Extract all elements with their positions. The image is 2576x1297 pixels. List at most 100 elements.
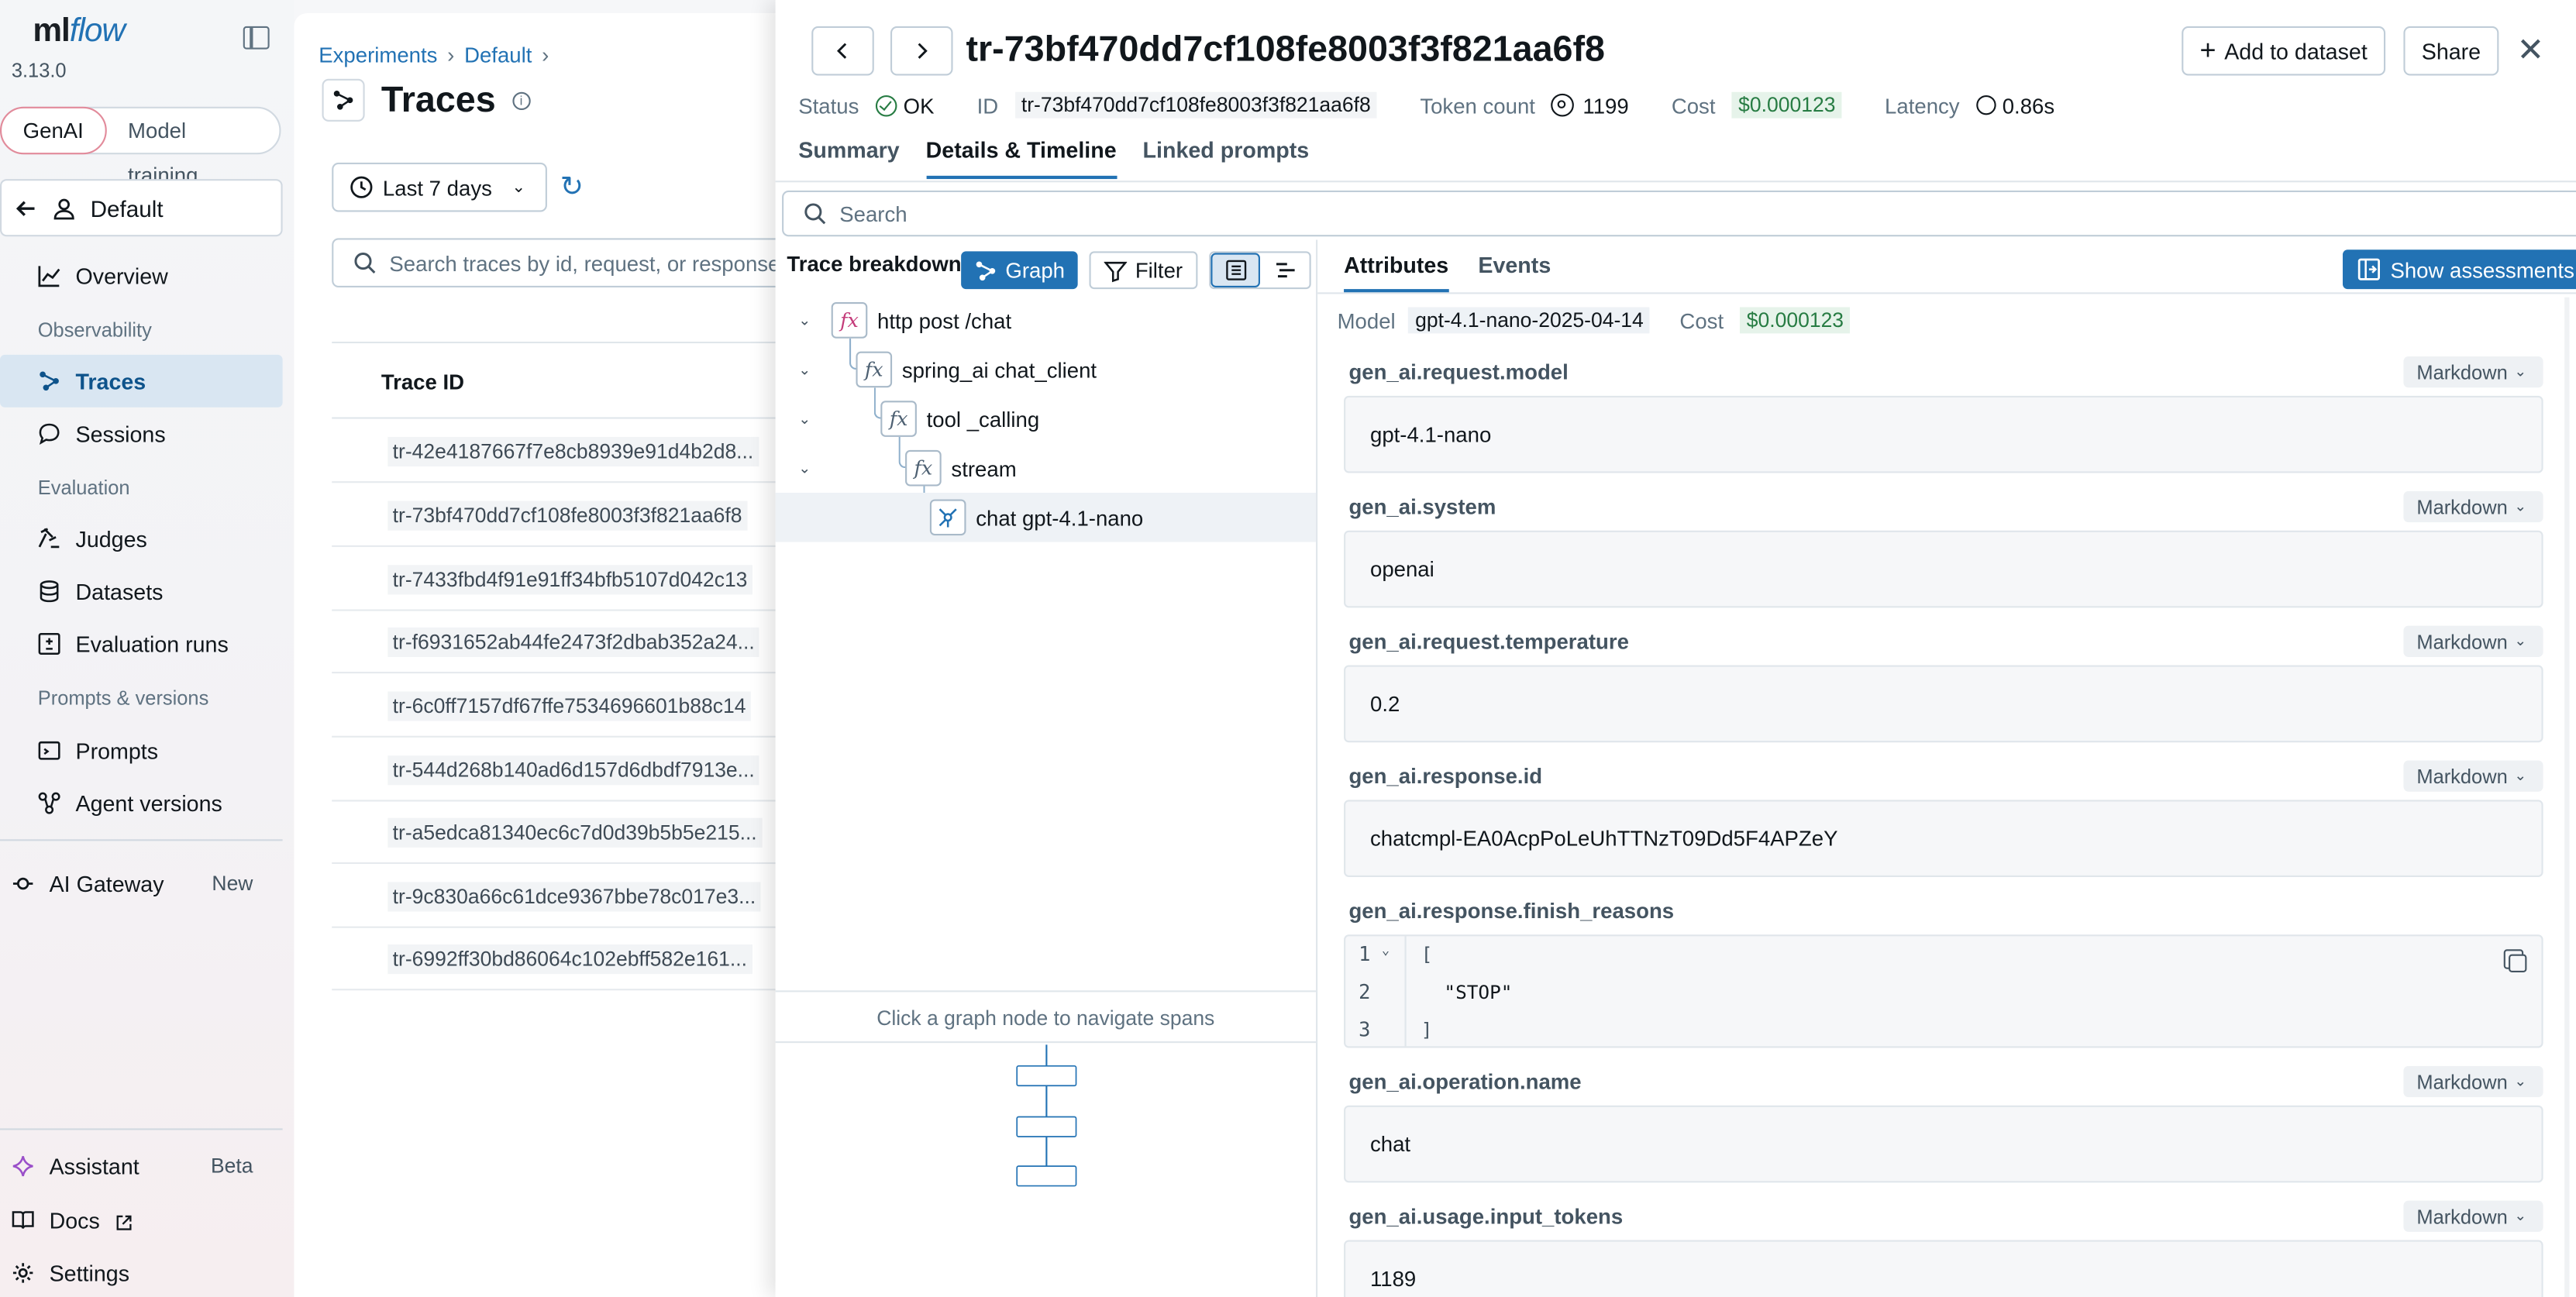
sidebar-item-settings[interactable]: Settings — [0, 1247, 283, 1297]
chevron-down-icon: ⌄ — [2514, 1072, 2527, 1089]
cost-value: $0.000123 — [1731, 91, 1842, 119]
format-select[interactable]: Markdown ⌄ — [2403, 1065, 2543, 1098]
token-icon — [1551, 93, 1575, 117]
attribute-key: gen_ai.system — [1348, 494, 1496, 519]
span-search-input[interactable]: Search — [782, 190, 2576, 237]
sidebar-item-agent-versions[interactable]: Agent versions — [0, 777, 283, 830]
list-view-icon[interactable] — [1211, 253, 1261, 287]
chevron-down-icon[interactable]: ⌄ — [798, 360, 811, 378]
copy-icon[interactable] — [2503, 949, 2527, 972]
sidebar-item-overview[interactable]: Overview — [0, 249, 283, 302]
latency-value: 0.86s — [2002, 92, 2055, 118]
scrollbar[interactable] — [2564, 297, 2570, 1297]
share-button[interactable]: Share — [2403, 26, 2499, 76]
trace-id-value[interactable]: tr-73bf470dd7cf108fe8003f3f821aa6f8 — [1014, 91, 1378, 119]
token-count-value: 1199 — [1582, 92, 1629, 118]
workspace-button[interactable]: Default — [0, 179, 283, 237]
column-trace-id[interactable]: Trace ID — [332, 341, 825, 419]
format-select[interactable]: Markdown ⌄ — [2403, 760, 2543, 792]
trace-search-input[interactable]: Search traces by id, request, or respons… — [332, 238, 825, 287]
arrow-left-icon — [15, 196, 38, 219]
mlflow-logo[interactable]: mlflow — [33, 13, 126, 51]
date-range-select[interactable]: Last 7 days ⌄ — [332, 162, 547, 212]
filter-button[interactable]: Filter — [1089, 251, 1198, 290]
table-row[interactable]: tr-544d268b140ad6d157d6dbdf7913e... — [332, 739, 825, 802]
trace-metadata: Status OK ID tr-73bf470dd7cf108fe8003f3f… — [798, 91, 2055, 119]
page-title: Traces i — [322, 78, 531, 122]
sidebar-item-datasets[interactable]: Datasets — [0, 565, 283, 618]
user-icon — [53, 196, 76, 219]
chevron-down-icon: ⌄ — [2514, 497, 2527, 514]
chat-bubble-icon — [38, 422, 61, 446]
sidebar-item-assistant[interactable]: Assistant Beta — [0, 1140, 283, 1192]
sidebar-item-docs[interactable]: Docs — [0, 1194, 283, 1247]
mode-model-training[interactable]: Model training — [106, 108, 279, 187]
drawer-tabs: Summary Details & Timeline Linked prompt… — [798, 138, 1310, 180]
format-select[interactable]: Markdown ⌄ — [2403, 1200, 2543, 1232]
attribute-value: 0.2 — [1344, 665, 2543, 743]
format-select[interactable]: Markdown ⌄ — [2403, 490, 2543, 523]
sidebar-item-ai-gateway[interactable]: AI Gateway New — [0, 858, 283, 910]
new-badge: New — [212, 872, 253, 896]
span-row[interactable]: ⌄ fx spring_ai chat_client — [776, 345, 1316, 394]
refresh-icon[interactable]: ↻ — [560, 173, 584, 201]
tab-linked-prompts[interactable]: Linked prompts — [1143, 138, 1310, 179]
breadcrumb-experiments[interactable]: Experiments — [319, 43, 437, 67]
attribute-key: gen_ai.request.temperature — [1348, 628, 1629, 654]
latency-icon — [1975, 95, 1996, 115]
close-icon[interactable]: ✕ — [2517, 29, 2545, 71]
tab-summary[interactable]: Summary — [798, 138, 899, 179]
timeline-view-icon[interactable] — [1260, 253, 1310, 287]
fold-icon[interactable]: ⌄ — [1382, 943, 1390, 958]
page-title-text: Traces — [381, 78, 496, 120]
tab-events[interactable]: Events — [1478, 253, 1551, 292]
breadcrumb-default[interactable]: Default — [464, 43, 532, 67]
model-cost-value: $0.000123 — [1740, 307, 1851, 334]
version-label: 3.13.0 — [11, 59, 67, 82]
mini-span-graph[interactable] — [1015, 1044, 1081, 1196]
collapse-sidebar-icon[interactable] — [243, 26, 270, 50]
sidebar-item-prompts[interactable]: Prompts — [0, 724, 283, 777]
chevron-down-icon[interactable]: ⌄ — [798, 410, 811, 428]
section-prompts-versions: Prompts & versions — [37, 686, 209, 710]
mode-genai[interactable]: GenAI — [0, 106, 107, 155]
table-row[interactable]: tr-a5edca81340ec6c7d0d39b5b5e215... — [332, 802, 825, 865]
sidebar-item-evaluation-runs[interactable]: Evaluation runs — [0, 618, 283, 670]
mode-switch: GenAI Model training — [0, 106, 281, 187]
divider — [1316, 239, 1318, 1297]
add-to-dataset-button[interactable]: + Add to dataset — [2182, 26, 2386, 76]
trace-title: tr-73bf470dd7cf108fe8003f3f821aa6f8 — [966, 28, 1605, 70]
attribute-key: gen_ai.response.finish_reasons — [1348, 898, 1675, 924]
show-assessments-button[interactable]: Show assessments — [2342, 249, 2576, 290]
format-select[interactable]: Markdown ⌄ — [2403, 625, 2543, 657]
previous-trace-button[interactable] — [811, 26, 874, 76]
divider — [0, 839, 283, 841]
chevron-down-icon[interactable]: ⌄ — [798, 459, 811, 477]
attribute-value: chatcmpl-EA0AcpPoLeUhTTNzT09Dd5F4APZeY — [1344, 800, 2543, 878]
table-row[interactable]: tr-6992ff30bd86064c102ebff582e161... — [332, 928, 825, 991]
chevron-down-icon[interactable]: ⌄ — [798, 311, 811, 329]
info-icon[interactable]: i — [511, 91, 531, 109]
table-row[interactable]: tr-7433fbd4f91e91ff34bfb5107d042c13 — [332, 549, 825, 611]
format-select[interactable]: Markdown ⌄ — [2403, 356, 2543, 388]
tab-details-timeline[interactable]: Details & Timeline — [925, 138, 1117, 180]
sidebar-item-judges[interactable]: Judges — [0, 512, 283, 565]
view-toggle — [1209, 251, 1311, 290]
span-row[interactable]: ⌄ fx http post /chat — [776, 296, 1316, 346]
table-row[interactable]: tr-9c830a66c61dce9367bbe78c017e3... — [332, 865, 825, 928]
span-row[interactable]: ⌄ fx tool _calling — [776, 394, 1316, 444]
attribute-key: gen_ai.usage.input_tokens — [1348, 1203, 1624, 1229]
table-row[interactable]: tr-73bf470dd7cf108fe8003f3f821aa6f8 — [332, 484, 825, 547]
table-row[interactable]: tr-f6931652ab44fe2473f2dbab352a24... — [332, 611, 825, 674]
span-row-selected[interactable]: chat gpt-4.1-nano — [775, 492, 1317, 542]
sidebar-item-sessions[interactable]: Sessions — [0, 408, 283, 460]
next-trace-button[interactable] — [890, 26, 953, 76]
sidebar-item-traces[interactable]: Traces — [0, 354, 283, 408]
graph-toggle-button[interactable]: Graph — [961, 251, 1078, 290]
span-row[interactable]: ⌄ fx stream — [776, 443, 1316, 493]
tab-attributes[interactable]: Attributes — [1344, 253, 1449, 293]
table-row[interactable]: tr-42e4187667f7e8cb8939e91d4b2d8... — [332, 421, 825, 483]
table-row[interactable]: tr-6c0ff7157df67ffe7534696601b88c14 — [332, 675, 825, 738]
attribute-tabs: Attributes Events — [1344, 253, 1551, 293]
plus-icon: + — [2199, 34, 2216, 66]
